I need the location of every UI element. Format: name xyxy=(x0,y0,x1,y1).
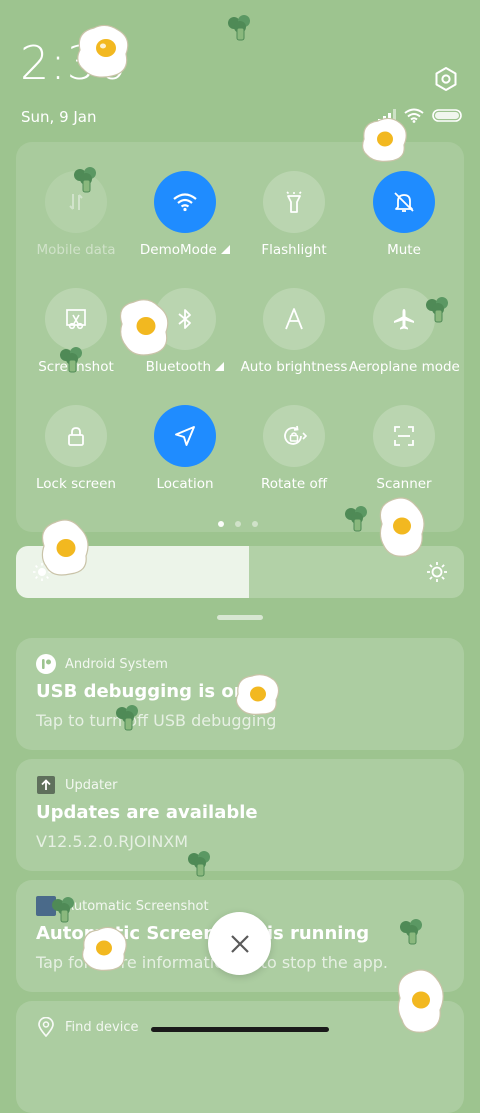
tile-scanner[interactable]: Scanner xyxy=(349,405,459,492)
automatic-screenshot-app-icon xyxy=(36,896,56,916)
tile-auto-brightness[interactable]: Auto brightness xyxy=(239,288,349,375)
tile-bluetooth-toggle[interactable] xyxy=(154,288,216,350)
notification-app: Find device xyxy=(36,1017,138,1037)
tile-lock-screen[interactable]: Lock screen xyxy=(21,405,131,492)
tile-label: Aeroplane mode xyxy=(349,359,460,375)
tile-location[interactable]: Location xyxy=(130,405,240,492)
page-dot xyxy=(252,521,258,527)
updater-icon xyxy=(36,775,56,795)
tile-mute-toggle[interactable] xyxy=(373,171,435,233)
settings-icon xyxy=(435,67,457,91)
notification-card[interactable]: Find device xyxy=(16,1001,464,1113)
tile-auto-brightness-toggle[interactable] xyxy=(263,288,325,350)
close-icon xyxy=(230,934,249,953)
tile-label: Auto brightness xyxy=(240,359,348,375)
tile-mobile-data-toggle[interactable] xyxy=(45,171,107,233)
clear-notifications-button[interactable] xyxy=(208,912,271,975)
expand-corner-icon xyxy=(215,362,225,371)
notification-card[interactable]: Updater Updates are available V12.5.2.0.… xyxy=(16,759,464,871)
tile-aeroplane-mode[interactable]: Aeroplane mode xyxy=(349,288,460,375)
tile-label: Mobile data xyxy=(36,242,116,258)
wifi-icon xyxy=(173,193,197,212)
notification-app: Android System xyxy=(36,654,168,674)
page-dot xyxy=(235,521,241,527)
notification-app-name: Updater xyxy=(65,777,118,793)
clock-time: 2:36 xyxy=(20,36,128,90)
tile-flashlight-toggle[interactable] xyxy=(263,171,325,233)
tile-lock-screen-toggle[interactable] xyxy=(45,405,107,467)
location-icon xyxy=(175,426,195,446)
bell-off-icon xyxy=(394,192,414,212)
flashlight-icon xyxy=(286,191,302,213)
brightness-low-icon xyxy=(33,563,51,581)
quick-settings-panel: Mobile data DemoMode Flashlight Mute Scr… xyxy=(16,142,464,532)
notification-text: V12.5.2.0.RJOINXM xyxy=(36,832,189,851)
brightness-high-icon xyxy=(427,562,447,582)
battery-icon xyxy=(432,109,462,122)
notification-card[interactable]: Android System USB debugging is on Tap t… xyxy=(16,638,464,750)
tile-aeroplane-mode-toggle[interactable] xyxy=(373,288,435,350)
notification-title: Updates are available xyxy=(36,802,258,823)
airplane-icon xyxy=(394,309,414,330)
date-label: Sun, 9 Jan xyxy=(21,108,97,126)
tile-scanner-toggle[interactable] xyxy=(373,405,435,467)
notification-text: Tap to turn off USB debugging xyxy=(36,711,277,730)
scanner-icon xyxy=(394,426,414,446)
signal-icon xyxy=(378,108,396,123)
find-device-icon xyxy=(36,1017,56,1037)
auto-brightness-icon xyxy=(285,308,303,330)
wifi-icon xyxy=(404,108,424,123)
tile-label: Rotate off xyxy=(260,476,328,492)
mobile-data-icon xyxy=(69,194,83,210)
tile-location-toggle[interactable] xyxy=(154,405,216,467)
tile-label: Mute xyxy=(387,242,421,258)
notification-app-name: Android System xyxy=(65,656,168,672)
tile-demomode-toggle[interactable] xyxy=(154,171,216,233)
brightness-slider[interactable] xyxy=(16,546,464,598)
tile-label: Bluetooth xyxy=(145,359,212,375)
notification-title: USB debugging is on xyxy=(36,681,247,702)
tile-demomode[interactable]: DemoMode xyxy=(130,171,240,258)
tile-label: Scanner xyxy=(376,476,432,492)
tile-screenshot-toggle[interactable] xyxy=(45,288,107,350)
system-status-icons xyxy=(378,108,462,123)
bluetooth-icon xyxy=(178,309,191,329)
notification-app-name: Find device xyxy=(65,1019,139,1035)
tile-screenshot[interactable]: Screenshot xyxy=(21,288,131,375)
tile-label: Screenshot xyxy=(38,359,114,375)
notification-app: Updater xyxy=(36,775,117,795)
tile-mobile-data[interactable]: Mobile data xyxy=(21,171,131,258)
panel-drag-handle[interactable] xyxy=(217,615,263,620)
broccoli-decoration-icon xyxy=(228,15,250,41)
lock-icon xyxy=(68,427,84,446)
tile-flashlight[interactable]: Flashlight xyxy=(239,171,349,258)
home-gesture-bar[interactable] xyxy=(151,1027,329,1032)
tile-rotate-off-toggle[interactable] xyxy=(263,405,325,467)
notification-title: Automatic Screenshot is running xyxy=(36,923,370,944)
tile-label: Location xyxy=(156,476,214,492)
rotate-lock-icon xyxy=(284,425,307,445)
tile-rotate-off[interactable]: Rotate off xyxy=(239,405,349,492)
tile-label: DemoMode xyxy=(139,242,217,258)
notification-app-name: Automatic Screenshot xyxy=(65,898,209,914)
expand-corner-icon xyxy=(221,245,231,254)
tile-label: Flashlight xyxy=(261,242,327,258)
page-dot-active xyxy=(218,521,224,527)
settings-button[interactable] xyxy=(433,66,459,92)
page-indicator xyxy=(218,521,258,527)
android-system-icon xyxy=(36,654,56,674)
notification-app: Automatic Screenshot xyxy=(36,896,209,916)
tile-bluetooth[interactable]: Bluetooth xyxy=(130,288,240,375)
screenshot-icon xyxy=(66,309,86,330)
tile-label: Lock screen xyxy=(36,476,116,492)
tile-mute[interactable]: Mute xyxy=(349,171,459,258)
